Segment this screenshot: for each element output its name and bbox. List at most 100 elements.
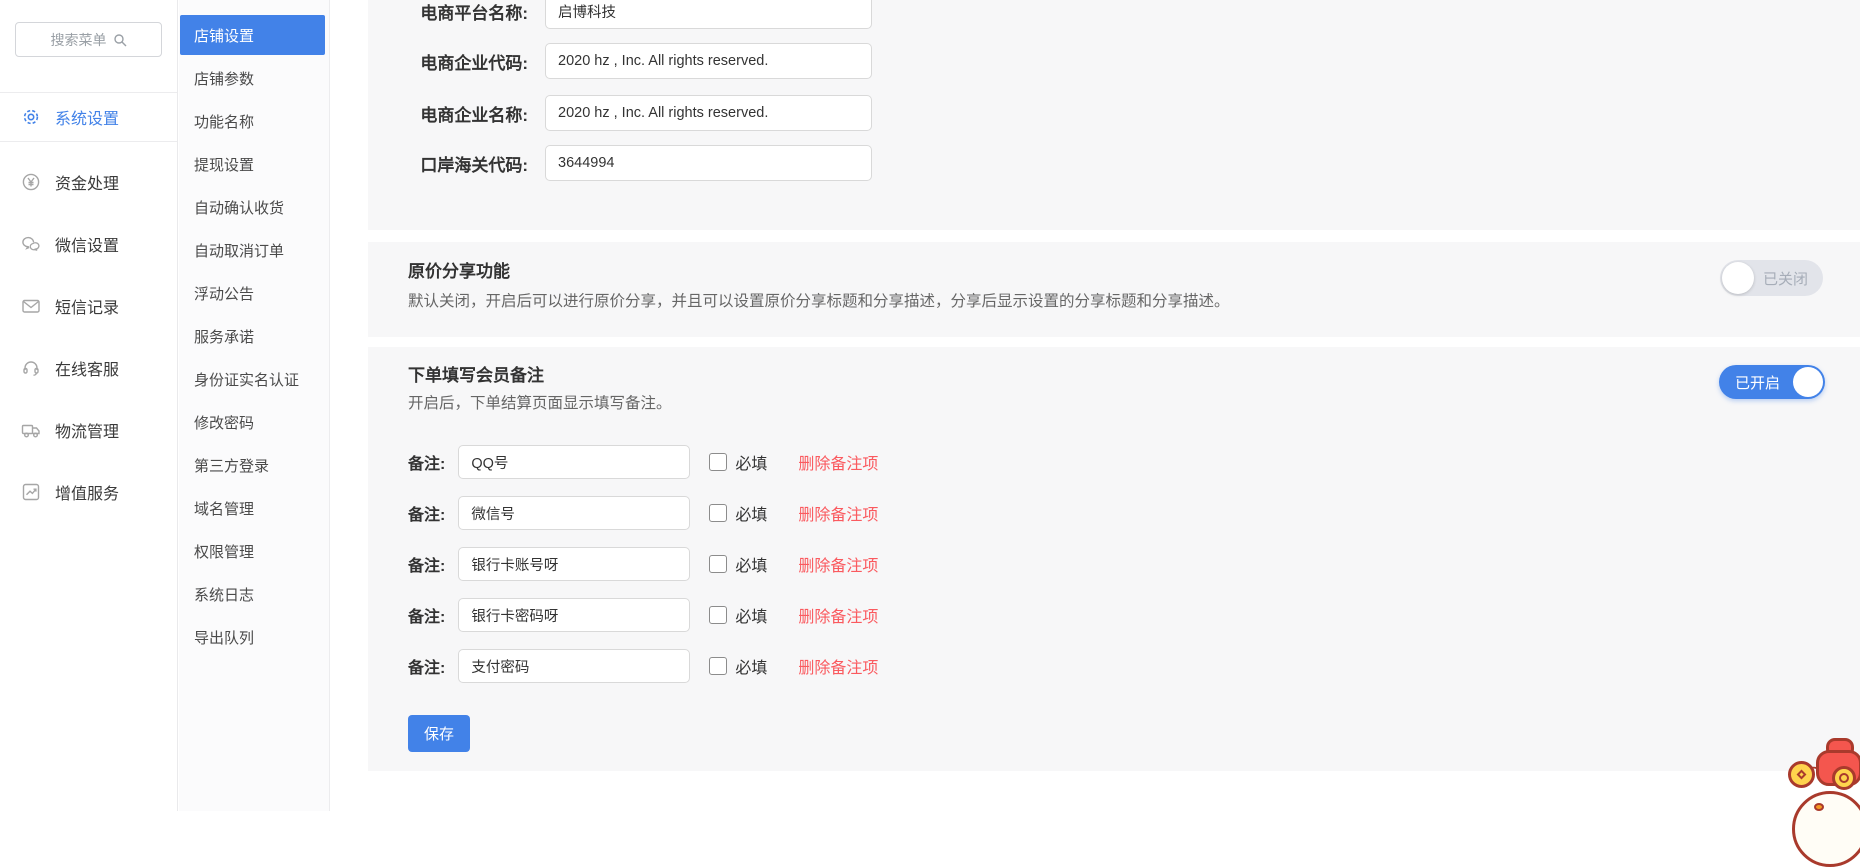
submenu-item-id-verification[interactable]: 身份证实名认证 <box>180 359 325 399</box>
submenu-item-shop-settings[interactable]: 店铺设置 <box>180 15 325 55</box>
section-title: 原价分享功能 <box>408 262 1820 282</box>
section-title: 下单填写会员备注 <box>408 366 1820 386</box>
enterprise-code-input[interactable] <box>545 43 872 79</box>
toggle-label: 已关闭 <box>1763 268 1808 289</box>
section-description: 默认关闭，开启后可以进行原价分享，并且可以设置原价分享标题和分享描述，分享后显示… <box>408 292 1820 312</box>
trend-chart-icon <box>21 482 41 502</box>
wechat-icon <box>21 234 41 254</box>
save-button[interactable]: 保存 <box>408 715 470 752</box>
submenu-item-shop-params[interactable]: 店铺参数 <box>180 58 325 98</box>
toggle-knob <box>1722 262 1754 294</box>
required-label: 必填 <box>735 654 767 678</box>
truck-icon <box>21 420 41 440</box>
delete-remark-link[interactable]: 删除备注项 <box>798 501 878 525</box>
search-placeholder: 搜索菜单 <box>51 30 107 50</box>
sidebar-item-label: 短信记录 <box>55 294 119 318</box>
delete-remark-link[interactable]: 删除备注项 <box>798 552 878 576</box>
delete-remark-link[interactable]: 删除备注项 <box>798 603 878 627</box>
remark-rows: 备注: 必填 删除备注项 备注: 必填 删除备注项 备注: 必填 删除备注项 <box>408 445 1820 683</box>
customs-code-input[interactable] <box>545 145 872 181</box>
price-share-toggle[interactable]: 已关闭 <box>1720 260 1823 296</box>
submenu-item-auto-cancel-order[interactable]: 自动取消订单 <box>180 230 325 270</box>
sidebar-item-sms[interactable]: 短信记录 <box>0 275 177 337</box>
sidebar-item-label: 微信设置 <box>55 232 119 256</box>
submenu-item-permission-management[interactable]: 权限管理 <box>180 531 325 571</box>
form-row: 电商企业名称: <box>408 95 1860 131</box>
required-checkbox[interactable] <box>709 606 727 624</box>
required-label: 必填 <box>735 603 767 627</box>
remark-label: 备注: <box>408 501 445 525</box>
sidebar-item-label: 资金处理 <box>55 170 119 194</box>
sidebar-item-service[interactable]: 在线客服 <box>0 337 177 399</box>
platform-name-label: 电商平台名称: <box>408 0 528 24</box>
price-share-card: 原价分享功能 默认关闭，开启后可以进行原价分享，并且可以设置原价分享标题和分享描… <box>368 242 1860 337</box>
remark-input[interactable] <box>458 547 690 581</box>
secondary-menu: 店铺设置 店铺参数 功能名称 提现设置 自动确认收货 自动取消订单 浮动公告 服… <box>179 0 330 811</box>
remark-input[interactable] <box>458 598 690 632</box>
remark-label: 备注: <box>408 654 445 678</box>
gear-icon <box>21 107 41 127</box>
required-checkbox[interactable] <box>709 657 727 675</box>
remark-label: 备注: <box>408 603 445 627</box>
section-description: 开启后，下单结算页面显示填写备注。 <box>408 394 1820 414</box>
submenu-item-floating-notice[interactable]: 浮动公告 <box>180 273 325 313</box>
search-section: 搜索菜单 <box>0 0 177 93</box>
mascot-face <box>1792 791 1860 867</box>
mascot-beak <box>1814 803 1824 811</box>
form-row: 电商平台名称: <box>408 0 1860 29</box>
remark-label: 备注: <box>408 552 445 576</box>
yuan-coin-icon <box>21 172 41 192</box>
search-input[interactable]: 搜索菜单 <box>15 22 162 57</box>
remark-row: 备注: 必填 删除备注项 <box>408 547 1820 581</box>
sidebar-item-logistics[interactable]: 物流管理 <box>0 399 177 461</box>
enterprise-code-label: 电商企业代码: <box>408 49 528 74</box>
remark-row: 备注: 必填 删除备注项 <box>408 649 1820 683</box>
platform-name-input[interactable] <box>545 0 872 29</box>
sidebar-item-value-added[interactable]: 增值服务 <box>0 461 177 523</box>
sidebar-item-label: 在线客服 <box>55 356 119 380</box>
sidebar-item-label: 系统设置 <box>55 105 119 129</box>
submenu-item-domain-management[interactable]: 域名管理 <box>180 488 325 528</box>
remark-input[interactable] <box>458 445 690 479</box>
sidebar-item-wechat[interactable]: 微信设置 <box>0 213 177 275</box>
submenu-item-change-password[interactable]: 修改密码 <box>180 402 325 442</box>
remark-row: 备注: 必填 删除备注项 <box>408 496 1820 530</box>
shop-info-card: 电商平台名称: 电商企业代码: 电商企业名称: 口岸海关代码: <box>368 0 1860 230</box>
sidebar-item-funds[interactable]: 资金处理 <box>0 151 177 213</box>
submenu-item-export-queue[interactable]: 导出队列 <box>180 617 325 657</box>
submenu-item-third-party-login[interactable]: 第三方登录 <box>180 445 325 485</box>
form-row: 电商企业代码: <box>408 43 1860 79</box>
sidebar-item-label: 物流管理 <box>55 418 119 442</box>
member-remark-card: 下单填写会员备注 开启后，下单结算页面显示填写备注。 已开启 备注: 必填 删除… <box>368 347 1860 771</box>
submenu-item-service-promise[interactable]: 服务承诺 <box>180 316 325 356</box>
enterprise-name-input[interactable] <box>545 95 872 131</box>
remark-row: 备注: 必填 删除备注项 <box>408 445 1820 479</box>
remark-input[interactable] <box>458 496 690 530</box>
submenu-item-withdraw-settings[interactable]: 提现设置 <box>180 144 325 184</box>
form-row: 口岸海关代码: <box>408 145 1860 181</box>
sidebar-item-system-settings[interactable]: 系统设置 <box>0 93 177 142</box>
required-label: 必填 <box>735 501 767 525</box>
toggle-knob <box>1793 367 1823 397</box>
delete-remark-link[interactable]: 删除备注项 <box>798 654 878 678</box>
search-icon <box>113 33 127 47</box>
toggle-label: 已开启 <box>1735 372 1780 393</box>
required-checkbox[interactable] <box>709 504 727 522</box>
envelope-icon <box>21 296 41 316</box>
required-checkbox[interactable] <box>709 453 727 471</box>
submenu-item-system-log[interactable]: 系统日志 <box>180 574 325 614</box>
headset-icon <box>21 358 41 378</box>
submenu-item-auto-confirm-receipt[interactable]: 自动确认收货 <box>180 187 325 227</box>
main-content: 电商平台名称: 电商企业代码: 电商企业名称: 口岸海关代码: 原价分享功能 默… <box>368 0 1860 771</box>
member-remark-toggle[interactable]: 已开启 <box>1719 365 1825 399</box>
enterprise-name-label: 电商企业名称: <box>408 101 528 126</box>
remark-row: 备注: 必填 删除备注项 <box>408 598 1820 632</box>
remark-input[interactable] <box>458 649 690 683</box>
sidebar-item-label: 增值服务 <box>55 480 119 504</box>
submenu-item-feature-names[interactable]: 功能名称 <box>180 101 325 141</box>
remark-label: 备注: <box>408 450 445 474</box>
required-checkbox[interactable] <box>709 555 727 573</box>
primary-sidebar: 搜索菜单 系统设置 资金处理 <box>0 0 178 811</box>
required-label: 必填 <box>735 450 767 474</box>
delete-remark-link[interactable]: 删除备注项 <box>798 450 878 474</box>
